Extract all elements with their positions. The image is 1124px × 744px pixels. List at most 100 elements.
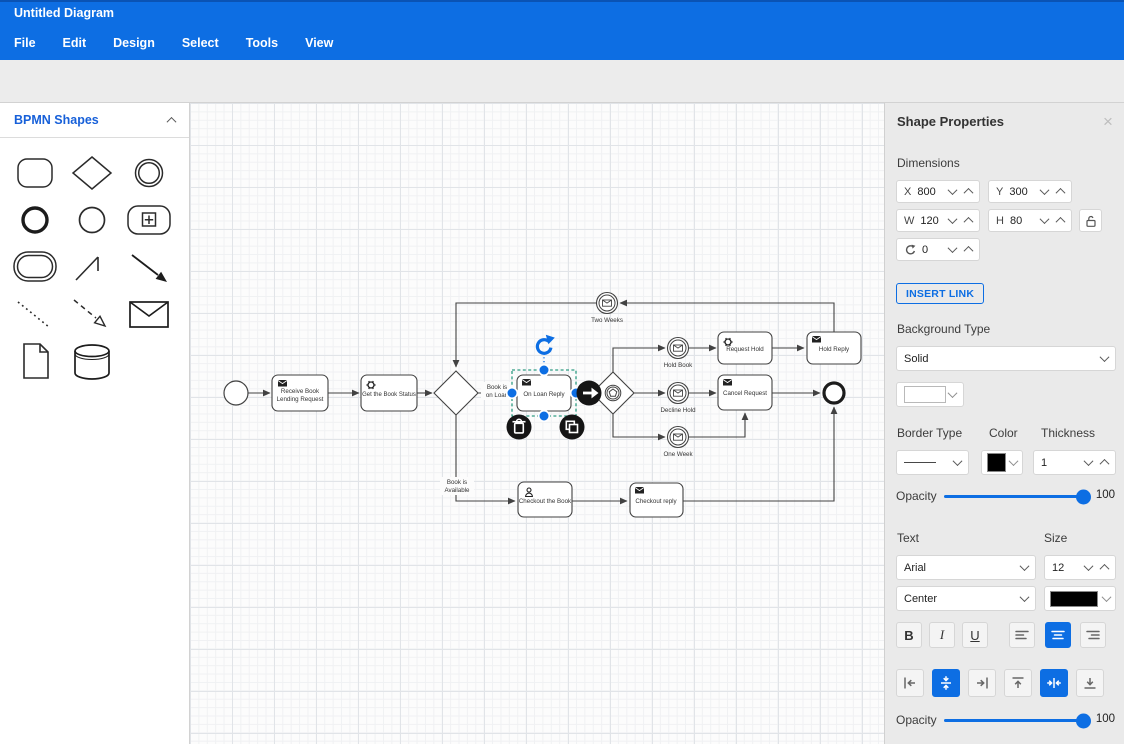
font-family-select[interactable]: Arial [896, 555, 1036, 580]
diagram-canvas[interactable]: Book is on Loan Book is Available Receiv… [190, 103, 884, 744]
edge-oneweek-cancel[interactable] [689, 413, 745, 437]
palette-shape-document[interactable] [8, 339, 62, 383]
node-hold-reply[interactable]: Hold Reply [807, 332, 861, 364]
y-field[interactable]: Y300 [988, 180, 1072, 203]
insert-link-button[interactable]: INSERT LINK [896, 283, 984, 304]
bold-button[interactable]: B [896, 622, 922, 648]
palette-shape-rounded-task[interactable] [8, 151, 62, 195]
handle-top[interactable] [539, 365, 550, 376]
rotation-field[interactable]: 0 [896, 238, 980, 261]
palette-shape-intermediate-event[interactable] [122, 151, 176, 195]
handle-left[interactable] [507, 388, 518, 399]
palette-shape-start-event[interactable] [65, 198, 119, 242]
context-delete-button[interactable] [507, 415, 532, 440]
node-start-event[interactable] [224, 381, 248, 405]
palette-shape-gateway[interactable] [65, 151, 119, 195]
node-checkout-reply[interactable]: Checkout reply [630, 483, 683, 517]
increment-icon[interactable] [964, 246, 974, 256]
background-type-select[interactable]: Solid [896, 346, 1116, 371]
text-color-select[interactable] [1044, 586, 1116, 611]
node-receive-book-lending-request[interactable]: Receive Book Lending Request [272, 375, 328, 411]
node-two-weeks-event[interactable]: Two Weeks [591, 293, 623, 325]
rotate-handle[interactable] [537, 335, 554, 353]
align-shape-right-button[interactable] [968, 669, 996, 697]
node-checkout-the-book[interactable]: Checkout the Book [518, 482, 572, 517]
underline-button[interactable]: U [962, 622, 988, 648]
align-shape-left-button[interactable] [896, 669, 924, 697]
increment-icon[interactable] [964, 188, 974, 198]
edge-reply-end[interactable] [683, 407, 834, 501]
align-center-button[interactable] [1045, 622, 1071, 648]
border-style-select[interactable] [896, 450, 969, 475]
text-align-select[interactable]: Center [896, 586, 1036, 611]
decrement-icon[interactable] [1040, 185, 1050, 195]
decrement-icon[interactable] [948, 243, 958, 253]
menu-file[interactable]: File [14, 36, 36, 50]
decrement-icon[interactable] [1040, 214, 1050, 224]
menu-select[interactable]: Select [182, 36, 219, 50]
decrement-icon[interactable] [1084, 561, 1094, 571]
increment-icon[interactable] [1056, 188, 1066, 198]
align-right-button[interactable] [1080, 622, 1106, 648]
node-decline-hold-event[interactable]: Decline Hold [660, 383, 696, 415]
svg-text:Request Hold: Request Hold [726, 346, 764, 353]
width-field[interactable]: W120 [896, 209, 980, 232]
palette-shape-message[interactable] [122, 292, 176, 336]
edge-twoweeks-gateway[interactable] [456, 303, 596, 367]
decrement-icon[interactable] [948, 214, 958, 224]
text-opacity-slider[interactable] [944, 719, 1087, 722]
palette-header[interactable]: BPMN Shapes [0, 103, 189, 138]
node-request-hold[interactable]: Request Hold [718, 332, 772, 364]
center-horizontal-button[interactable] [1040, 669, 1068, 697]
node-get-the-book-status[interactable]: Get the Book Status [361, 375, 417, 411]
close-icon[interactable]: × [1103, 115, 1113, 129]
chevron-down-icon [1102, 592, 1112, 602]
decrement-icon[interactable] [948, 185, 958, 195]
opacity-slider[interactable] [944, 495, 1087, 498]
node-end-event[interactable] [824, 383, 844, 403]
slider-knob[interactable] [1076, 713, 1091, 728]
menu-edit[interactable]: Edit [63, 36, 87, 50]
node-one-week-event[interactable]: One Week [663, 427, 693, 459]
align-shape-top-button[interactable] [1004, 669, 1032, 697]
palette-shape-elbow-connector[interactable] [65, 245, 119, 289]
menu-tools[interactable]: Tools [246, 36, 278, 50]
context-arrow-button[interactable] [577, 381, 602, 406]
center-vertical-button[interactable] [932, 669, 960, 697]
increment-icon[interactable] [1100, 564, 1110, 574]
node-on-loan-reply[interactable]: On Loan Reply [517, 375, 571, 411]
aspect-lock-button[interactable] [1079, 209, 1102, 232]
context-copy-button[interactable] [560, 415, 585, 440]
edge-eventgateway-holdbook[interactable] [613, 348, 665, 372]
align-left-button[interactable] [1009, 622, 1035, 648]
node-hold-book-event[interactable]: Hold Book [664, 338, 693, 370]
italic-button[interactable]: I [929, 622, 955, 648]
x-field[interactable]: X800 [896, 180, 980, 203]
border-color-select[interactable] [981, 450, 1023, 475]
edge-eventgateway-oneweek[interactable] [613, 414, 665, 437]
height-field[interactable]: H80 [988, 209, 1072, 232]
edge-holdreply-twoweeks[interactable] [620, 303, 834, 332]
align-shape-bottom-button[interactable] [1076, 669, 1104, 697]
palette-shape-dashed-open-arrow[interactable] [65, 292, 119, 336]
menu-design[interactable]: Design [113, 36, 155, 50]
palette-shape-data-store[interactable] [65, 339, 119, 383]
font-size-field[interactable]: 12 [1044, 555, 1116, 580]
fill-color-select[interactable] [896, 382, 964, 407]
increment-icon[interactable] [1100, 459, 1110, 469]
chevron-down-icon [953, 456, 963, 466]
palette-shape-dotted-line[interactable] [8, 292, 62, 336]
palette-shape-subprocess[interactable] [122, 198, 176, 242]
node-cancel-request[interactable]: Cancel Request [718, 375, 772, 410]
handle-bottom[interactable] [539, 411, 550, 422]
node-gateway-book-status[interactable] [434, 371, 478, 415]
thickness-field[interactable]: 1 [1033, 450, 1116, 475]
palette-shape-solid-arrow[interactable] [122, 245, 176, 289]
menu-view[interactable]: View [305, 36, 333, 50]
decrement-icon[interactable] [1084, 456, 1094, 466]
slider-knob[interactable] [1076, 489, 1091, 504]
palette-shape-transaction[interactable] [8, 245, 62, 289]
palette-shape-end-event[interactable] [8, 198, 62, 242]
increment-icon[interactable] [964, 217, 974, 227]
increment-icon[interactable] [1056, 217, 1066, 227]
